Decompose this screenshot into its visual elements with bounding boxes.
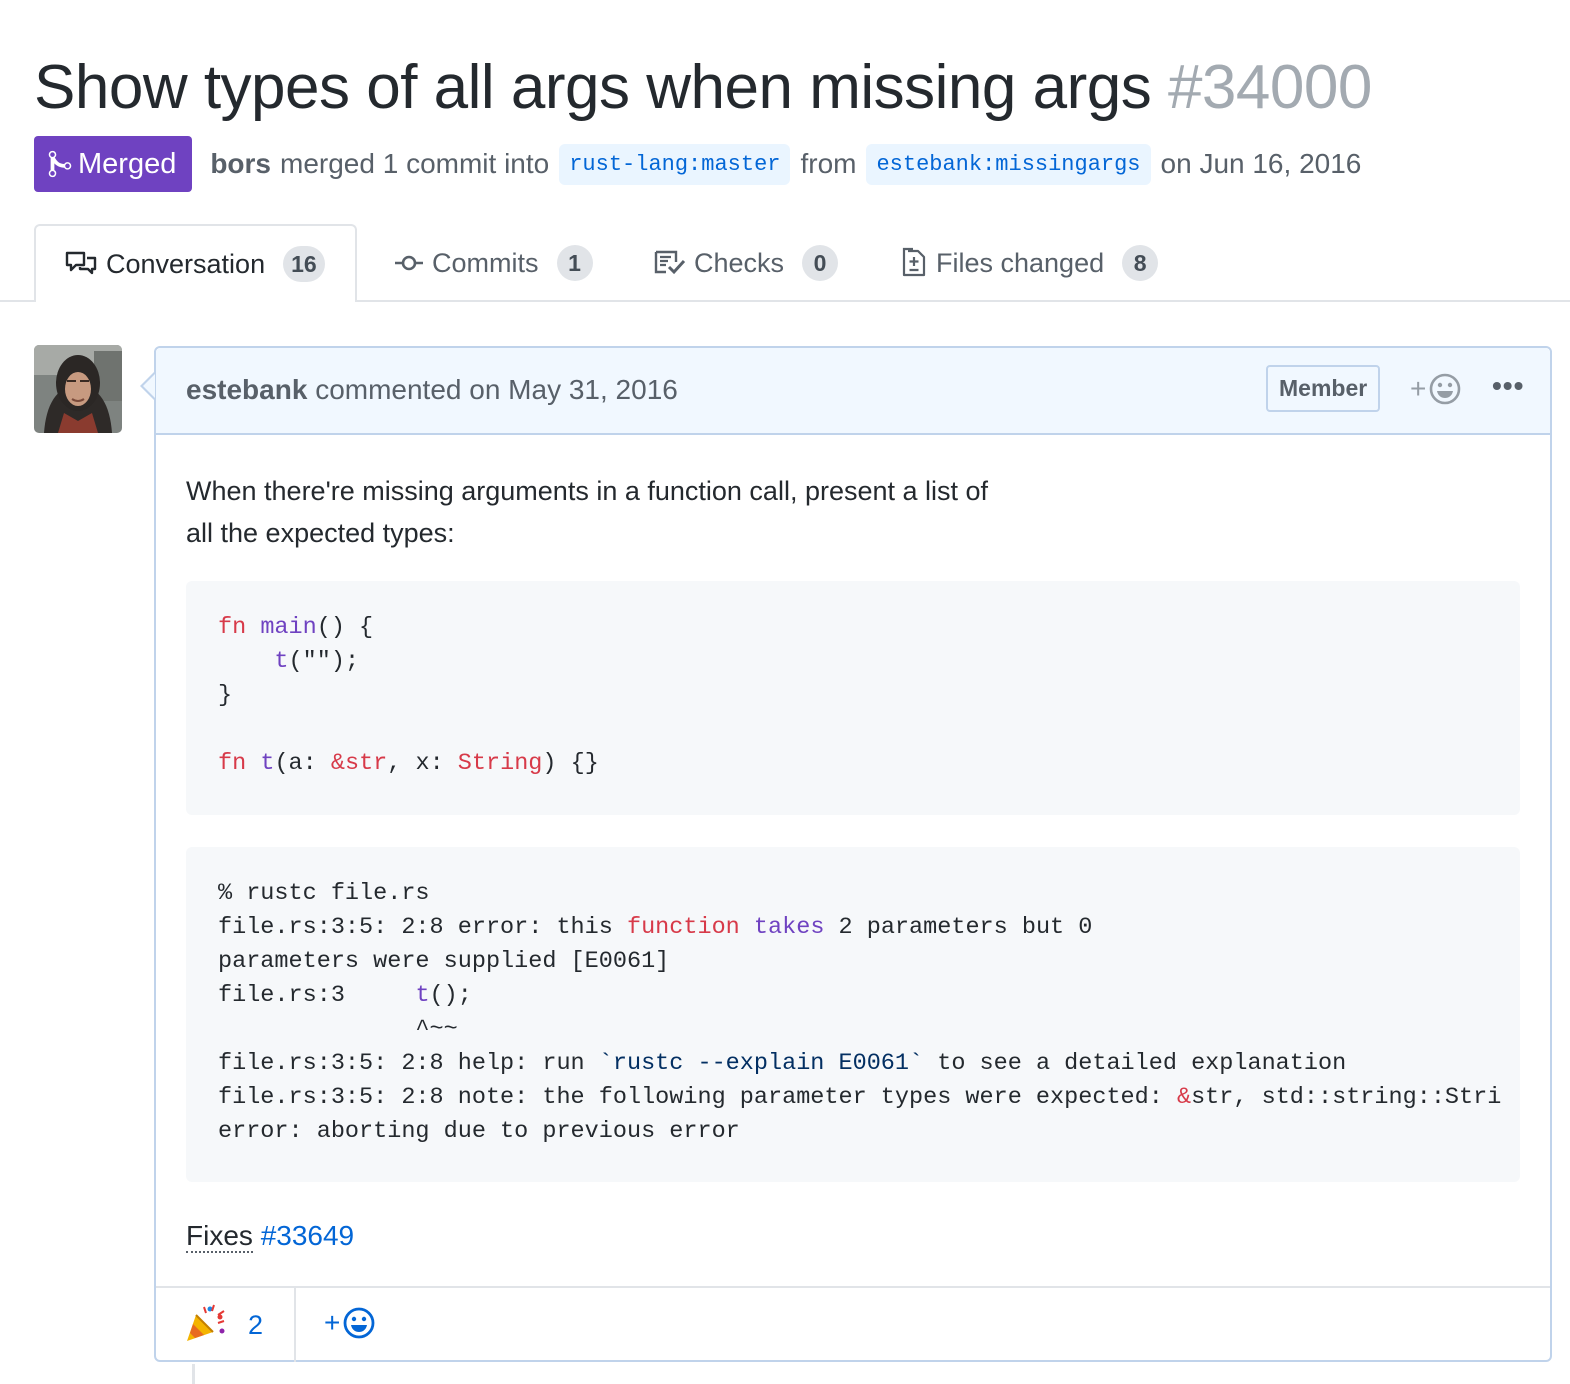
- reaction-tada-button[interactable]: 2: [156, 1288, 296, 1362]
- merge-summary: bors merged 1 commit into rust-lang:mast…: [210, 143, 1362, 185]
- tab-checks-label: Checks: [694, 247, 785, 278]
- comment-box: estebank commented on May 31, 2016 Membe…: [154, 346, 1552, 1362]
- pr-meta: Merged bors merged 1 commit into rust-la…: [34, 136, 1361, 192]
- reactions-bar: 2 +: [156, 1286, 1550, 1362]
- pr-number: #34000: [1167, 53, 1372, 122]
- tab-commits-count: 1: [556, 245, 593, 281]
- code-line: error: aborting due to previous error: [218, 1118, 740, 1145]
- plus-label: +: [324, 1307, 341, 1338]
- merger-link[interactable]: bors: [210, 148, 271, 180]
- member-badge: Member: [1266, 365, 1381, 412]
- body-line-1: When there're missing arguments in a fun…: [186, 476, 989, 506]
- tab-checks[interactable]: Checks 0: [654, 224, 839, 302]
- merged-state-badge: Merged: [34, 136, 193, 192]
- add-reaction-footer-button[interactable]: +: [324, 1306, 376, 1340]
- checklist-icon: [654, 249, 686, 277]
- code-line: parameters were supplied [E0061]: [218, 948, 670, 975]
- code-line: fn t(a: &str, x: String) {}: [218, 750, 599, 777]
- git-commit-icon: [394, 253, 424, 273]
- code-block-output: % rustc file.rs file.rs:3:5: 2:8 error: t…: [186, 847, 1520, 1182]
- comment-caret-inner: [143, 374, 155, 398]
- merged-label: Merged: [78, 147, 177, 180]
- add-reaction-button[interactable]: +: [1410, 372, 1462, 406]
- tab-checks-count: 0: [802, 245, 839, 281]
- code-line: ^~~: [218, 1016, 458, 1043]
- tab-conversation-count: 16: [283, 246, 325, 282]
- tab-conversation[interactable]: Conversation 16: [34, 224, 357, 302]
- merge-date: on Jun 16, 2016: [1160, 148, 1362, 179]
- fixes-line: Fixes #33649: [186, 1220, 354, 1253]
- base-branch[interactable]: rust-lang:master: [559, 143, 791, 185]
- tab-commits[interactable]: Commits 1: [394, 224, 593, 302]
- tab-files-changed[interactable]: Files changed 8: [902, 224, 1159, 302]
- smiley-icon: [343, 1307, 375, 1339]
- fixes-word: Fixes: [186, 1220, 253, 1253]
- comment-discussion-icon: [64, 250, 98, 278]
- tab-files-changed-count: 8: [1122, 245, 1159, 281]
- comment-meta: estebank commented on May 31, 2016: [186, 374, 678, 406]
- page-title: Show types of all args when missing args…: [34, 52, 1372, 123]
- code-line: }: [218, 682, 233, 709]
- diff-icon: [902, 247, 928, 279]
- tab-conversation-label: Conversation: [106, 248, 266, 279]
- code-line: file.rs:3:5: 2:8 error: this function ta…: [218, 914, 1093, 941]
- tada-icon: [184, 1303, 228, 1348]
- comment-header: estebank commented on May 31, 2016 Membe…: [156, 348, 1550, 435]
- code-line: file.rs:3 t();: [218, 982, 472, 1009]
- code-line: % rustc file.rs: [218, 880, 430, 907]
- tab-files-changed-label: Files changed: [936, 247, 1105, 278]
- timeline-line: [192, 1364, 195, 1384]
- body-line-2: all the expected types:: [186, 518, 455, 548]
- comment-timestamp[interactable]: commented on May 31, 2016: [315, 374, 678, 405]
- code-block-rust: fn main() { t("");} fn t(a: &str, x: Str…: [186, 581, 1520, 815]
- tab-commits-label: Commits: [432, 247, 539, 278]
- smiley-icon: [1430, 373, 1461, 405]
- code-line: t("");: [274, 648, 360, 675]
- issue-link[interactable]: #33649: [261, 1220, 354, 1251]
- code-line: fn main() {: [218, 614, 374, 641]
- code-line: file.rs:3:5: 2:8 help: run `rustc --expl…: [218, 1050, 1347, 1077]
- code-line: file.rs:3:5: 2:8 note: the following par…: [218, 1084, 1502, 1111]
- head-branch[interactable]: estebank:missingargs: [866, 143, 1151, 185]
- avatar[interactable]: [34, 345, 122, 433]
- plus-label: +: [1410, 373, 1427, 404]
- reaction-count: 2: [248, 1309, 264, 1340]
- git-merge-icon: [48, 150, 72, 178]
- pr-title: Show types of all args when missing args: [34, 53, 1152, 122]
- pr-tabs: Conversation 16 Commits 1 Checks 0 Files…: [0, 224, 1570, 302]
- comment-menu-button[interactable]: •••: [1492, 370, 1524, 402]
- from-text: from: [800, 148, 857, 179]
- merged-text: merged 1 commit into: [280, 148, 550, 179]
- comment-body: When there're missing arguments in a fun…: [186, 470, 988, 554]
- comment-author[interactable]: estebank: [186, 374, 307, 405]
